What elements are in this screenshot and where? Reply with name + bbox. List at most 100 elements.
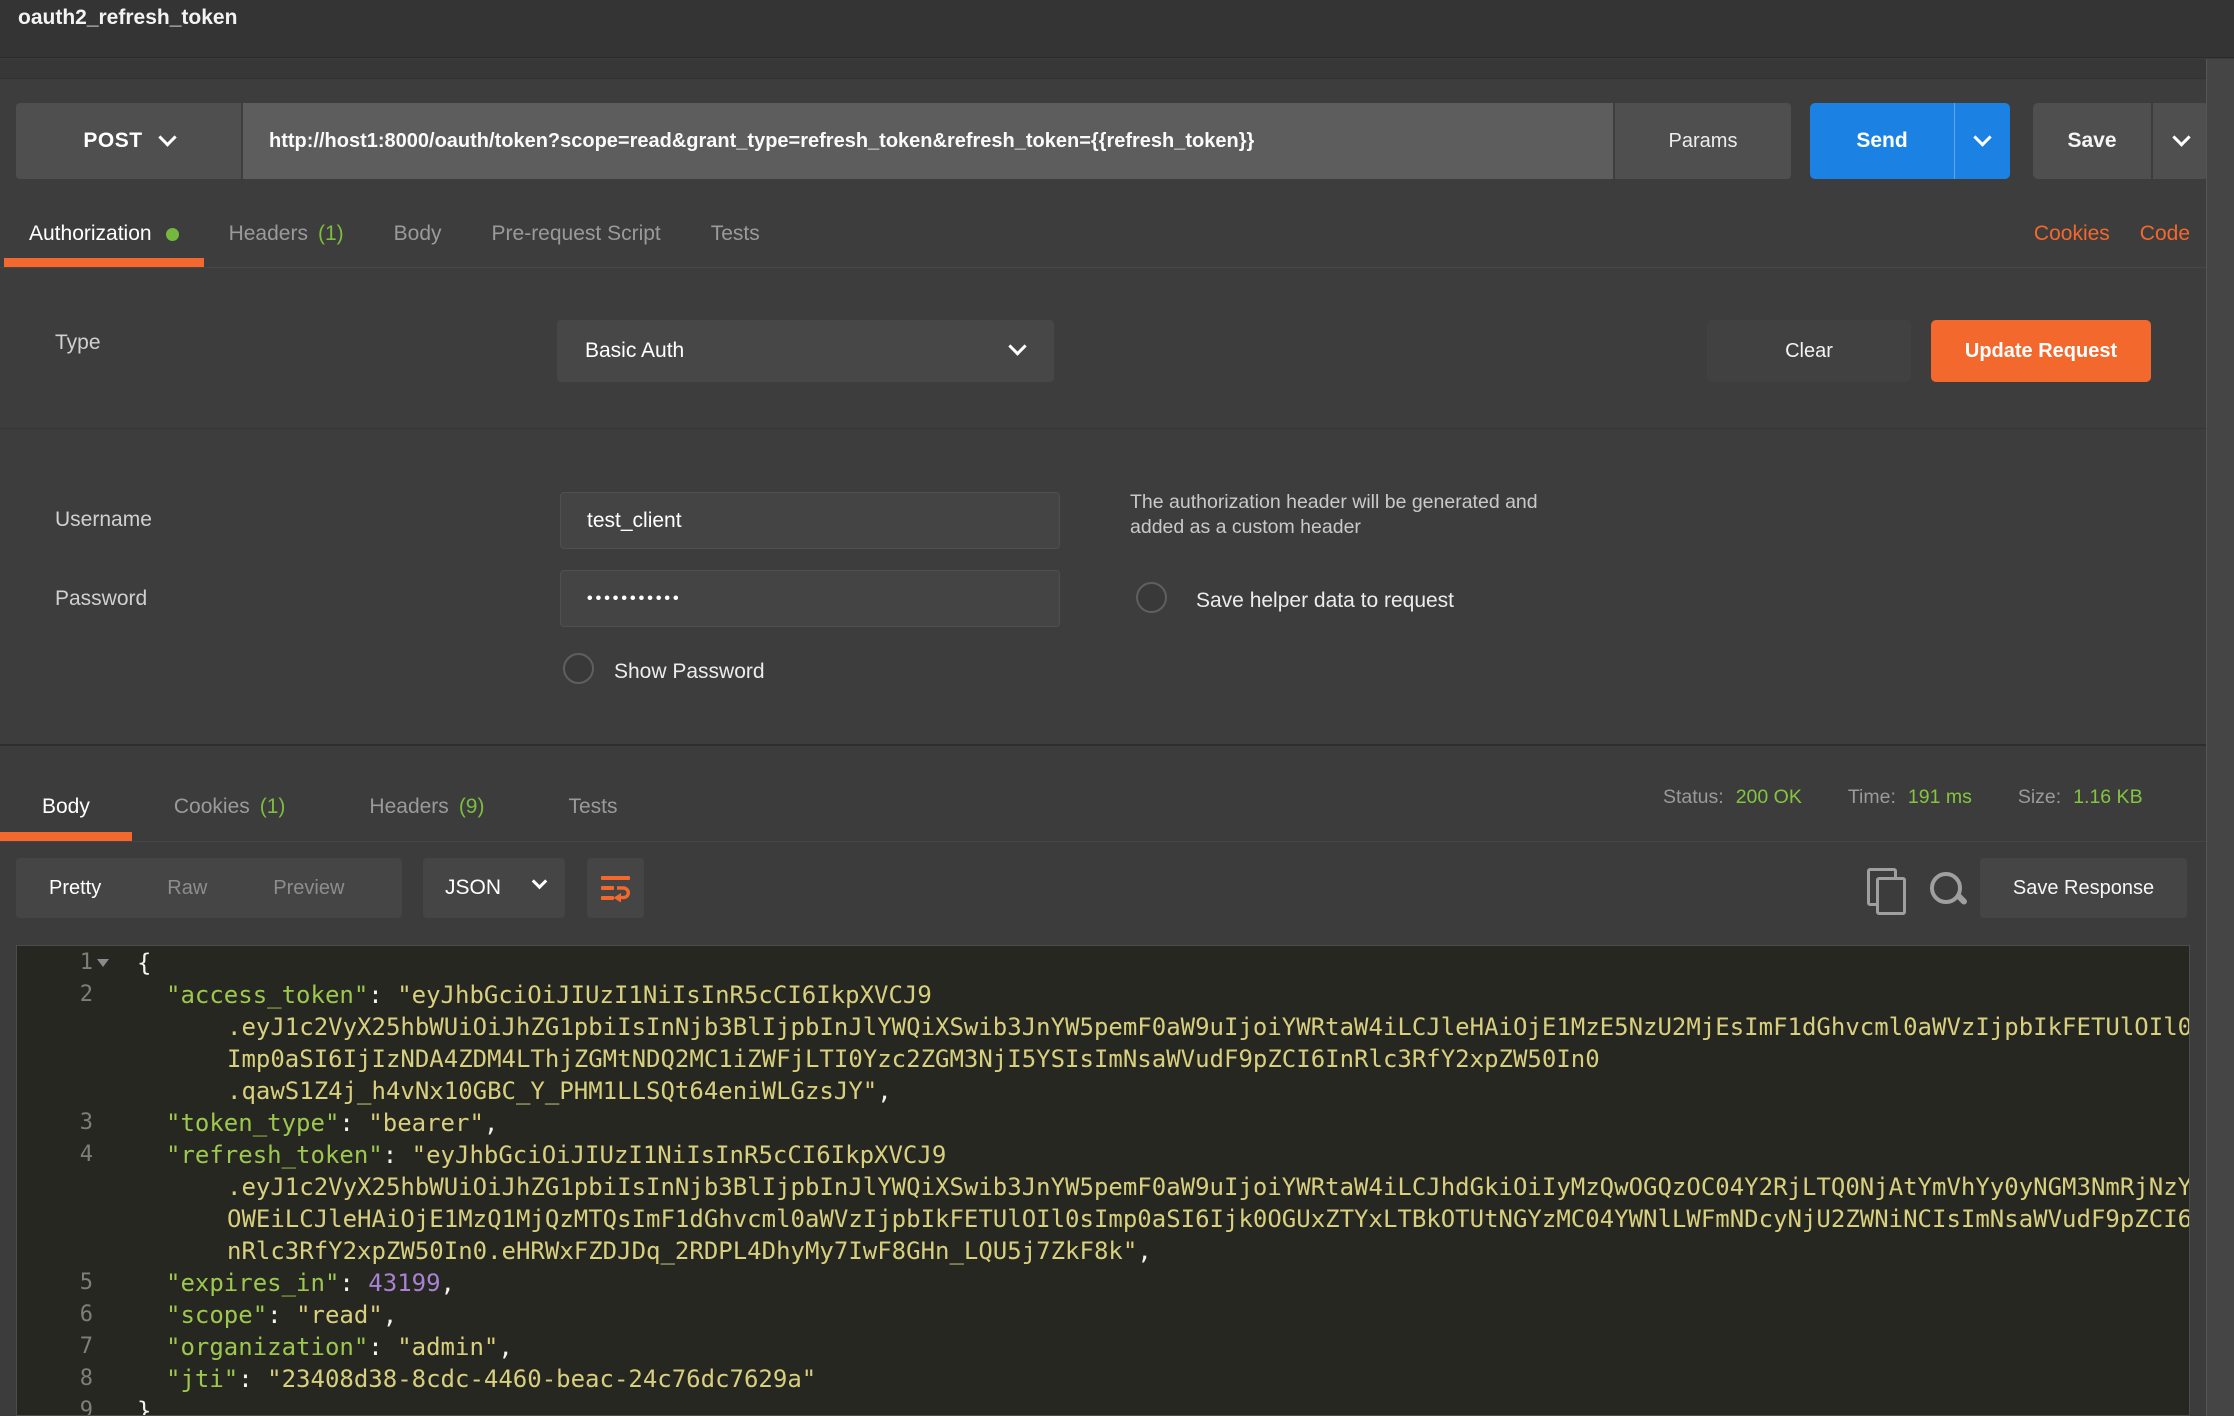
status-value: 200 OK — [1736, 786, 1802, 809]
tab-label: Tests — [568, 795, 617, 819]
divider — [0, 267, 2234, 268]
save-button[interactable]: Save — [2033, 103, 2151, 179]
save-split-button: Save — [2033, 103, 2209, 179]
copy-icon[interactable] — [1867, 868, 1903, 912]
request-tab-body[interactable]: Body — [369, 201, 467, 267]
line-number — [17, 1011, 121, 1043]
params-button[interactable]: Params — [1613, 103, 1791, 179]
auth-type-dropdown[interactable]: Basic Auth — [557, 320, 1054, 382]
code-text: "expires_in": 43199, — [121, 1267, 455, 1299]
method-dropdown[interactable]: POST — [16, 103, 243, 179]
code-text: "token_type": "bearer", — [121, 1107, 498, 1139]
auth-helper-note-line1: The authorization header will be generat… — [1130, 490, 1538, 515]
code-text: OWEiLCJleHAiOjE1MzQ1MjQzMTQsImF1dGhvcml0… — [121, 1203, 2190, 1235]
response-tab-cookies[interactable]: Cookies(1) — [132, 772, 328, 841]
send-button[interactable]: Send — [1810, 103, 1954, 179]
send-options-button[interactable] — [1954, 103, 2010, 179]
params-label: Params — [1669, 130, 1738, 153]
response-body-editor[interactable]: 1{2"access_token": "eyJhbGciOiJIUzI1NiIs… — [16, 945, 2190, 1416]
show-password-label: Show Password — [614, 660, 765, 684]
send-split-button: Send — [1810, 103, 2010, 179]
code-line: .eyJ1c2VyX25hbWUiOiJhZG1pbiIsInNjb3BlIjp… — [17, 1171, 2189, 1203]
response-format-value: JSON — [445, 858, 501, 918]
wrap-text-icon — [600, 874, 632, 902]
response-view-toggle: PrettyRawPreview — [16, 858, 402, 918]
view-mode-pretty[interactable]: Pretty — [16, 877, 134, 900]
code-text: .eyJ1c2VyX25hbWUiOiJhZG1pbiIsInNjb3BlIjp… — [121, 1171, 2190, 1203]
code-text: "refresh_token": "eyJhbGciOiJIUzI1NiIsIn… — [121, 1139, 946, 1171]
chevron-down-icon — [532, 874, 548, 890]
size-label: Size: — [2018, 786, 2061, 809]
update-request-button[interactable]: Update Request — [1931, 320, 2151, 382]
response-format-dropdown[interactable]: JSON — [423, 858, 565, 918]
chevron-down-icon — [1973, 128, 1991, 146]
tab-label: Body — [394, 222, 442, 246]
save-options-button[interactable] — [2151, 103, 2209, 179]
send-label: Send — [1856, 129, 1907, 153]
size-value: 1.16 KB — [2073, 786, 2142, 809]
line-number: 2 — [17, 979, 121, 1011]
auth-active-dot-icon — [166, 228, 179, 241]
username-field[interactable]: test_client — [560, 492, 1060, 549]
save-helper-radio[interactable] — [1136, 582, 1167, 613]
time-value: 191 ms — [1908, 786, 1972, 809]
request-tabs: Authorization Headers (1) Body Pre-request S… — [4, 201, 785, 267]
response-status-bar: Status: 200 OK Time: 191 ms Size: 1.16 K… — [1663, 786, 2189, 809]
clear-label: Clear — [1785, 340, 1833, 363]
username-value: test_client — [587, 509, 682, 533]
wrap-text-button[interactable] — [587, 858, 644, 918]
code-text: "organization": "admin", — [121, 1331, 513, 1363]
save-label: Save — [2067, 129, 2116, 153]
method-label: POST — [83, 129, 142, 153]
line-number: 9 — [17, 1395, 121, 1416]
auth-helper-note-line2: added as a custom header — [1130, 515, 1538, 540]
search-icon[interactable] — [1928, 870, 1970, 912]
fold-triangle-icon[interactable] — [97, 959, 109, 967]
header-band — [0, 59, 2234, 79]
request-tab-pre-request-script[interactable]: Pre-request Script — [467, 201, 686, 267]
auth-type-value: Basic Auth — [585, 320, 684, 382]
request-tab-tests[interactable]: Tests — [686, 201, 785, 267]
tab-count-badge: (1) — [260, 795, 286, 819]
window-scrollbar[interactable] — [2206, 59, 2234, 1416]
code-text: { — [121, 947, 151, 979]
code-link[interactable]: Code — [2140, 222, 2190, 246]
code-line: 3"token_type": "bearer", — [17, 1107, 2189, 1139]
password-field[interactable]: ••••••••••• — [560, 570, 1060, 627]
method-url-group: POST http://host1:8000/oauth/token?scope… — [16, 103, 1791, 179]
code-text: } — [121, 1395, 151, 1416]
time-pair: Time: 191 ms — [1848, 786, 1972, 809]
code-text: "access_token": "eyJhbGciOiJIUzI1NiIsInR… — [121, 979, 932, 1011]
tab-label: Headers — [229, 222, 308, 246]
code-line: Imp0aSI6IjIzNDA4ZDM4LThjZGMtNDQ2MC1iZWFj… — [17, 1043, 2189, 1075]
code-line: .qawS1Z4j_h4vNx10GBC_Y_PHM1LLSQt64eniWLG… — [17, 1075, 2189, 1107]
line-number — [17, 1043, 121, 1075]
tab-label: Pre-request Script — [492, 222, 661, 246]
tab-count-badge: (9) — [459, 795, 485, 819]
response-tab-body[interactable]: Body — [0, 772, 132, 841]
cookies-link[interactable]: Cookies — [2034, 222, 2110, 246]
line-number — [17, 1203, 121, 1235]
request-title: oauth2_refresh_token — [18, 6, 237, 30]
code-line: OWEiLCJleHAiOjE1MzQ1MjQzMTQsImF1dGhvcml0… — [17, 1203, 2189, 1235]
request-tab-headers[interactable]: Headers (1) — [204, 201, 369, 267]
view-mode-preview[interactable]: Preview — [240, 877, 377, 900]
view-mode-raw[interactable]: Raw — [134, 877, 240, 900]
line-number: 5 — [17, 1267, 121, 1299]
tab-label: Authorization — [29, 222, 152, 246]
line-number: 6 — [17, 1299, 121, 1331]
code-text: "jti": "23408d38-8cdc-4460-beac-24c76dc7… — [121, 1363, 816, 1395]
request-tab-authorization[interactable]: Authorization — [4, 201, 204, 267]
auth-helper-note: The authorization header will be generat… — [1130, 490, 1538, 540]
response-tab-tests[interactable]: Tests — [526, 772, 659, 841]
clear-button[interactable]: Clear — [1707, 320, 1911, 382]
tab-count-badge: (1) — [318, 222, 344, 246]
chevron-down-icon — [1008, 337, 1026, 355]
code-line: 5"expires_in": 43199, — [17, 1267, 2189, 1299]
url-input[interactable]: http://host1:8000/oauth/token?scope=read… — [243, 103, 1613, 179]
show-password-radio[interactable] — [563, 653, 594, 684]
line-number: 8 — [17, 1363, 121, 1395]
response-tab-headers[interactable]: Headers(9) — [327, 772, 526, 841]
save-response-button[interactable]: Save Response — [1980, 858, 2187, 918]
url-text: http://host1:8000/oauth/token?scope=read… — [269, 130, 1254, 153]
